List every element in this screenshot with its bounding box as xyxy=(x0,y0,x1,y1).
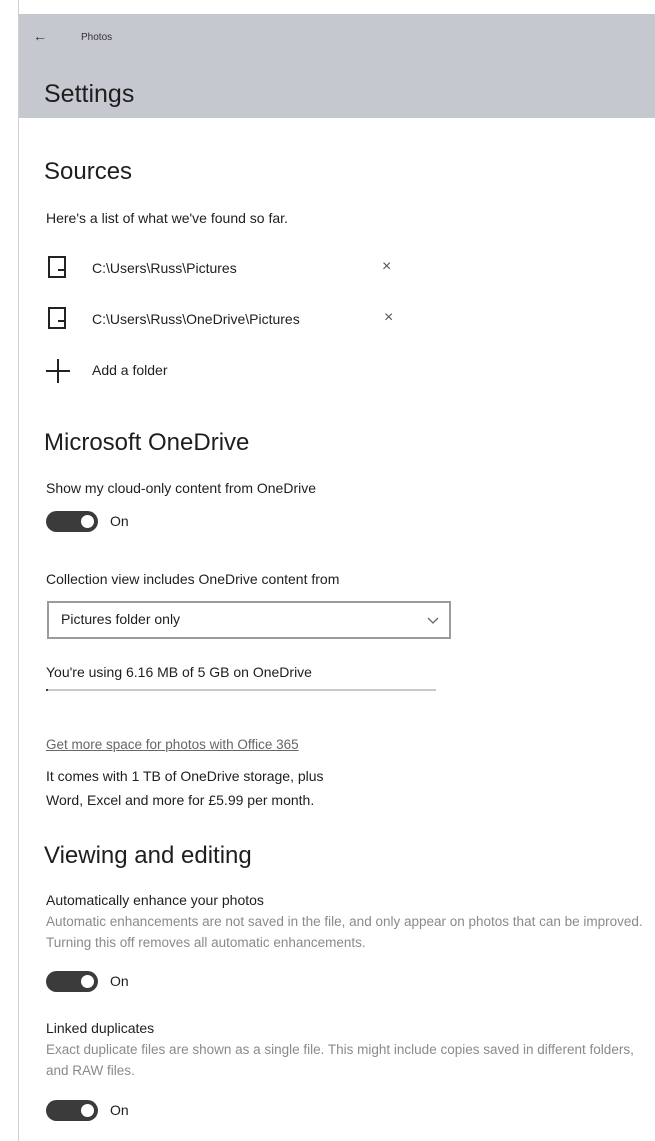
app-title: Photos xyxy=(81,32,113,43)
office-365-promo: It comes with 1 TB of OneDrive storage, … xyxy=(46,764,466,812)
collection-view-label: Collection view includes OneDrive conten… xyxy=(46,571,340,587)
folder-path-2: C:\Users\Russ\OneDrive\Pictures xyxy=(92,311,300,327)
promo-line-2: Word, Excel and more for £5.99 per month… xyxy=(46,792,315,808)
viewing-editing-heading: Viewing and editing xyxy=(44,842,252,869)
toggle-knob xyxy=(81,1104,94,1117)
storage-usage-fill xyxy=(46,689,48,691)
auto-enhance-toggle-state: On xyxy=(110,973,129,989)
page-title: Settings xyxy=(44,80,135,108)
chevron-down-icon xyxy=(427,617,439,624)
remove-folder-1-button[interactable]: × xyxy=(382,258,391,276)
folder-icon xyxy=(48,256,66,278)
plus-icon[interactable] xyxy=(45,358,71,384)
office-365-link[interactable]: Get more space for photos with Office 36… xyxy=(46,737,299,752)
onedrive-heading: Microsoft OneDrive xyxy=(44,429,250,456)
auto-enhance-toggle[interactable] xyxy=(46,971,98,992)
storage-usage-text: You're using 6.16 MB of 5 GB on OneDrive xyxy=(46,664,312,680)
collection-view-dropdown[interactable]: Pictures folder only xyxy=(47,601,451,639)
auto-enhance-description: Automatic enhancements are not saved in … xyxy=(46,914,643,950)
storage-usage-bar xyxy=(46,689,436,691)
add-folder-button[interactable]: Add a folder xyxy=(92,362,168,378)
folder-path-1: C:\Users\Russ\Pictures xyxy=(92,260,237,276)
collection-view-value: Pictures folder only xyxy=(61,611,181,627)
auto-enhance-label: Automatically enhance your photos xyxy=(46,892,264,908)
linked-duplicates-description: Exact duplicate files are shown as a sin… xyxy=(46,1042,634,1078)
settings-page: ← Photos Settings Sources Here's a list … xyxy=(19,0,655,1141)
left-window-edge xyxy=(0,0,19,1141)
cloud-content-label: Show my cloud-only content from OneDrive xyxy=(46,480,316,496)
back-arrow-icon[interactable]: ← xyxy=(33,28,47,44)
linked-duplicates-label: Linked duplicates xyxy=(46,1020,155,1036)
cloud-content-toggle[interactable] xyxy=(46,511,98,532)
promo-line-1: It comes with 1 TB of OneDrive storage, … xyxy=(46,768,324,784)
sources-heading: Sources xyxy=(44,158,133,185)
cloud-content-toggle-state: On xyxy=(110,513,129,529)
remove-folder-2-button[interactable]: × xyxy=(384,309,393,327)
linked-duplicates-toggle-state: On xyxy=(110,1102,129,1118)
linked-duplicates-toggle[interactable] xyxy=(46,1100,98,1121)
toggle-knob xyxy=(81,515,94,528)
title-bar: ← Photos Settings xyxy=(19,14,655,118)
sources-description: Here's a list of what we've found so far… xyxy=(46,210,288,226)
toggle-knob xyxy=(81,975,94,988)
folder-icon xyxy=(48,307,66,329)
